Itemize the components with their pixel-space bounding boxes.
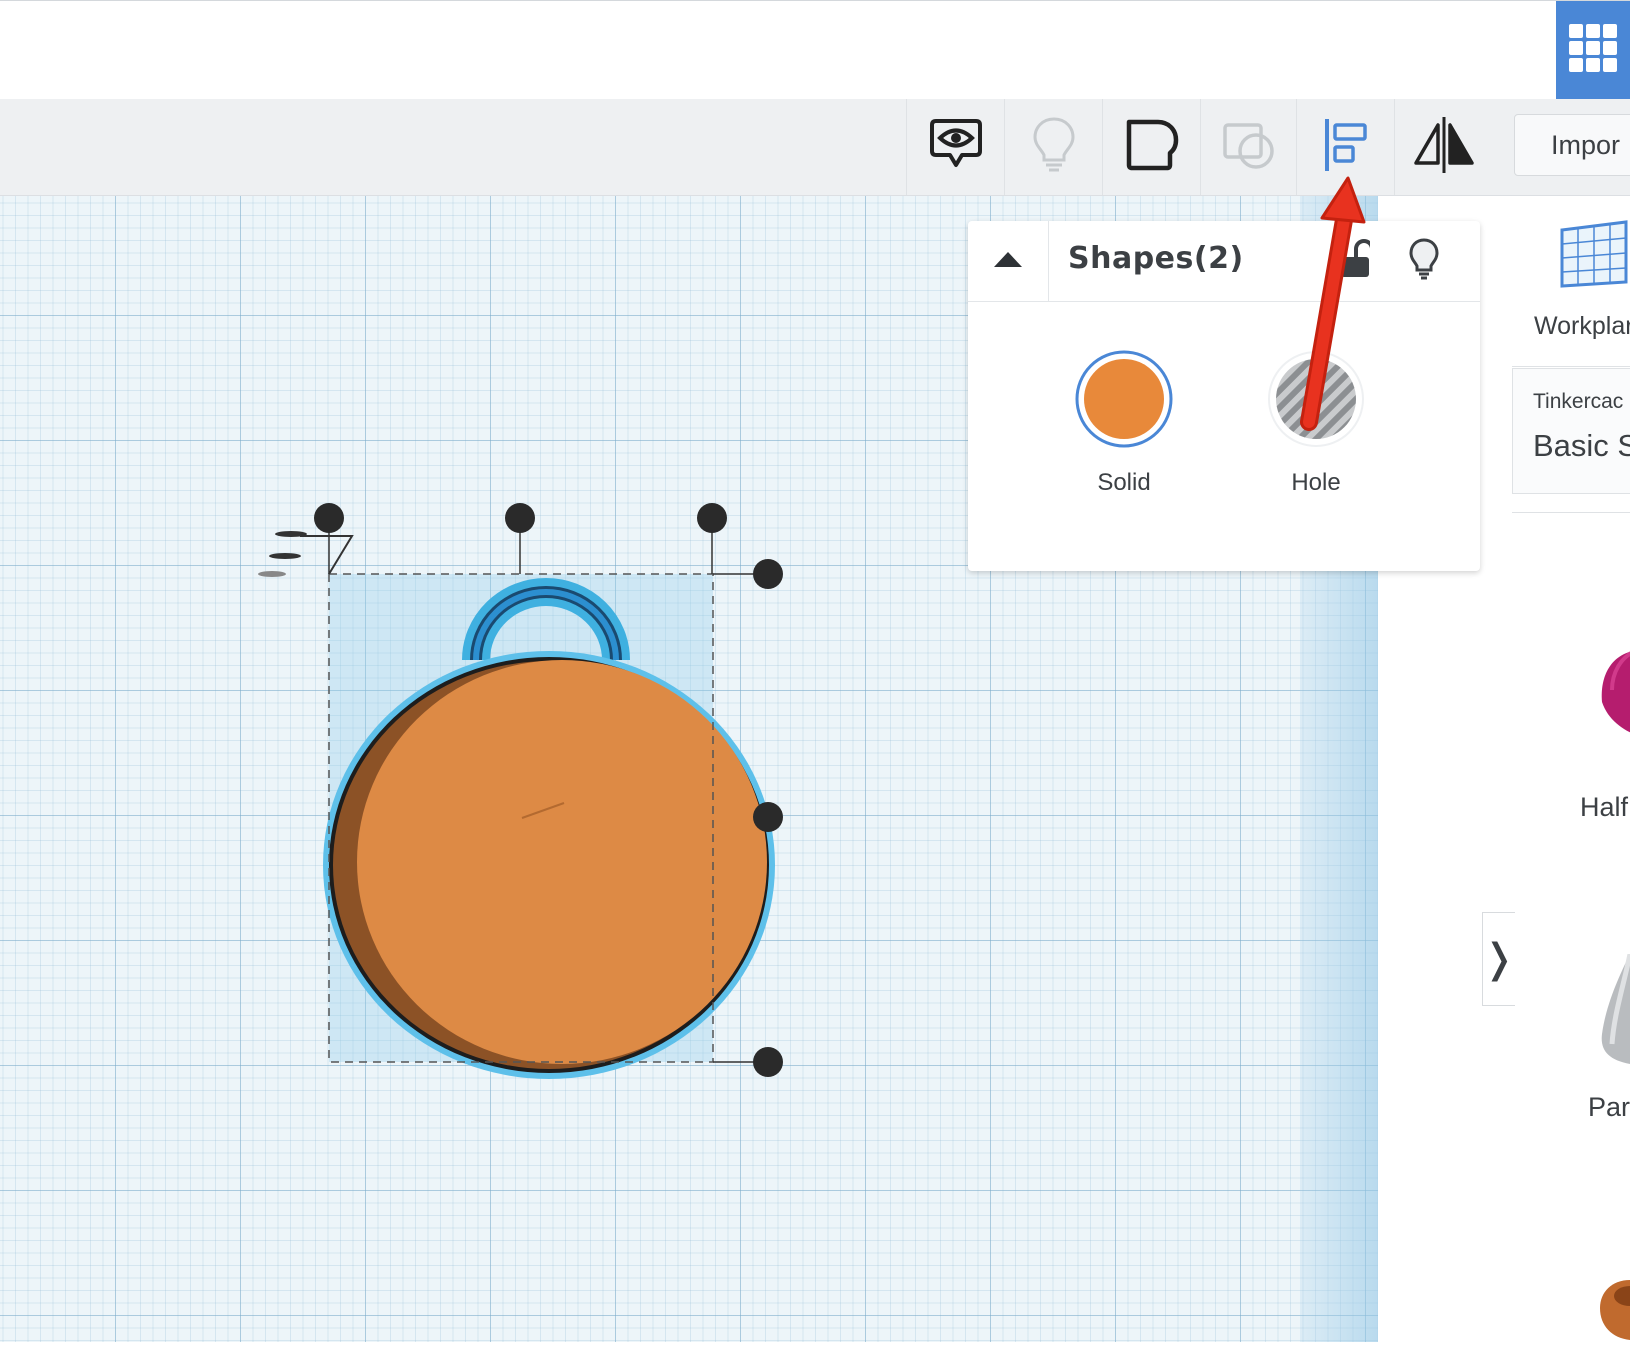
top-bar: [0, 0, 1630, 100]
grid-icon: [1567, 22, 1619, 79]
library-source: Tinkercac: [1533, 390, 1624, 413]
eye-bubble-icon: [928, 115, 984, 180]
sidebar-divider: [1512, 512, 1630, 513]
mirror-button[interactable]: [1394, 99, 1493, 195]
grid-view-button[interactable]: [1556, 1, 1630, 99]
half-sphere-shape-icon[interactable]: [1598, 650, 1630, 743]
mirror-icon: [1412, 115, 1476, 180]
workplane-label[interactable]: Workplar: [1534, 312, 1630, 341]
sidebar-collapse-tab[interactable]: ❭: [1482, 912, 1516, 1006]
ungroup-button[interactable]: [1200, 99, 1299, 195]
editor-toolbar: Impor: [0, 99, 1630, 196]
inspector-title: Shapes(2): [1068, 241, 1244, 276]
notes-button[interactable]: [906, 99, 1005, 195]
group-button[interactable]: [1102, 99, 1201, 195]
workplane-icon[interactable]: [1558, 218, 1630, 295]
group-shape-icon: [1124, 117, 1180, 178]
hole-swatch[interactable]: [1266, 349, 1366, 454]
collapse-inspector-button[interactable]: [968, 221, 1049, 301]
import-button[interactable]: Impor: [1514, 114, 1630, 176]
inspector-header: Shapes(2): [968, 221, 1480, 302]
shape-label-para: Para: [1588, 1092, 1630, 1122]
hole-label: Hole: [1291, 469, 1341, 496]
align-button[interactable]: [1296, 99, 1395, 195]
lightbulb-icon: [1032, 116, 1076, 179]
show-all-button[interactable]: [1004, 99, 1103, 195]
align-icon: [1321, 115, 1371, 180]
torus-shape-icon[interactable]: [1598, 1270, 1630, 1347]
solid-label: Solid: [1097, 469, 1151, 496]
caret-up-icon: [992, 249, 1024, 274]
paraboloid-shape-icon[interactable]: [1600, 953, 1630, 1079]
lightbulb-icon[interactable]: [1408, 237, 1440, 286]
ungroup-shape-icon: [1220, 117, 1280, 178]
lock-icon[interactable]: [1338, 239, 1374, 284]
solid-color-swatch[interactable]: [1074, 349, 1174, 454]
sidebar-divider: [1512, 366, 1630, 367]
library-name: Basic S: [1533, 428, 1630, 463]
shape-inspector-panel: Shapes(2) Solid Hole: [968, 221, 1480, 571]
shape-label-half: Half: [1580, 792, 1629, 822]
import-label: Impor: [1551, 129, 1621, 160]
chevron-right-icon: ❭: [1482, 937, 1516, 981]
